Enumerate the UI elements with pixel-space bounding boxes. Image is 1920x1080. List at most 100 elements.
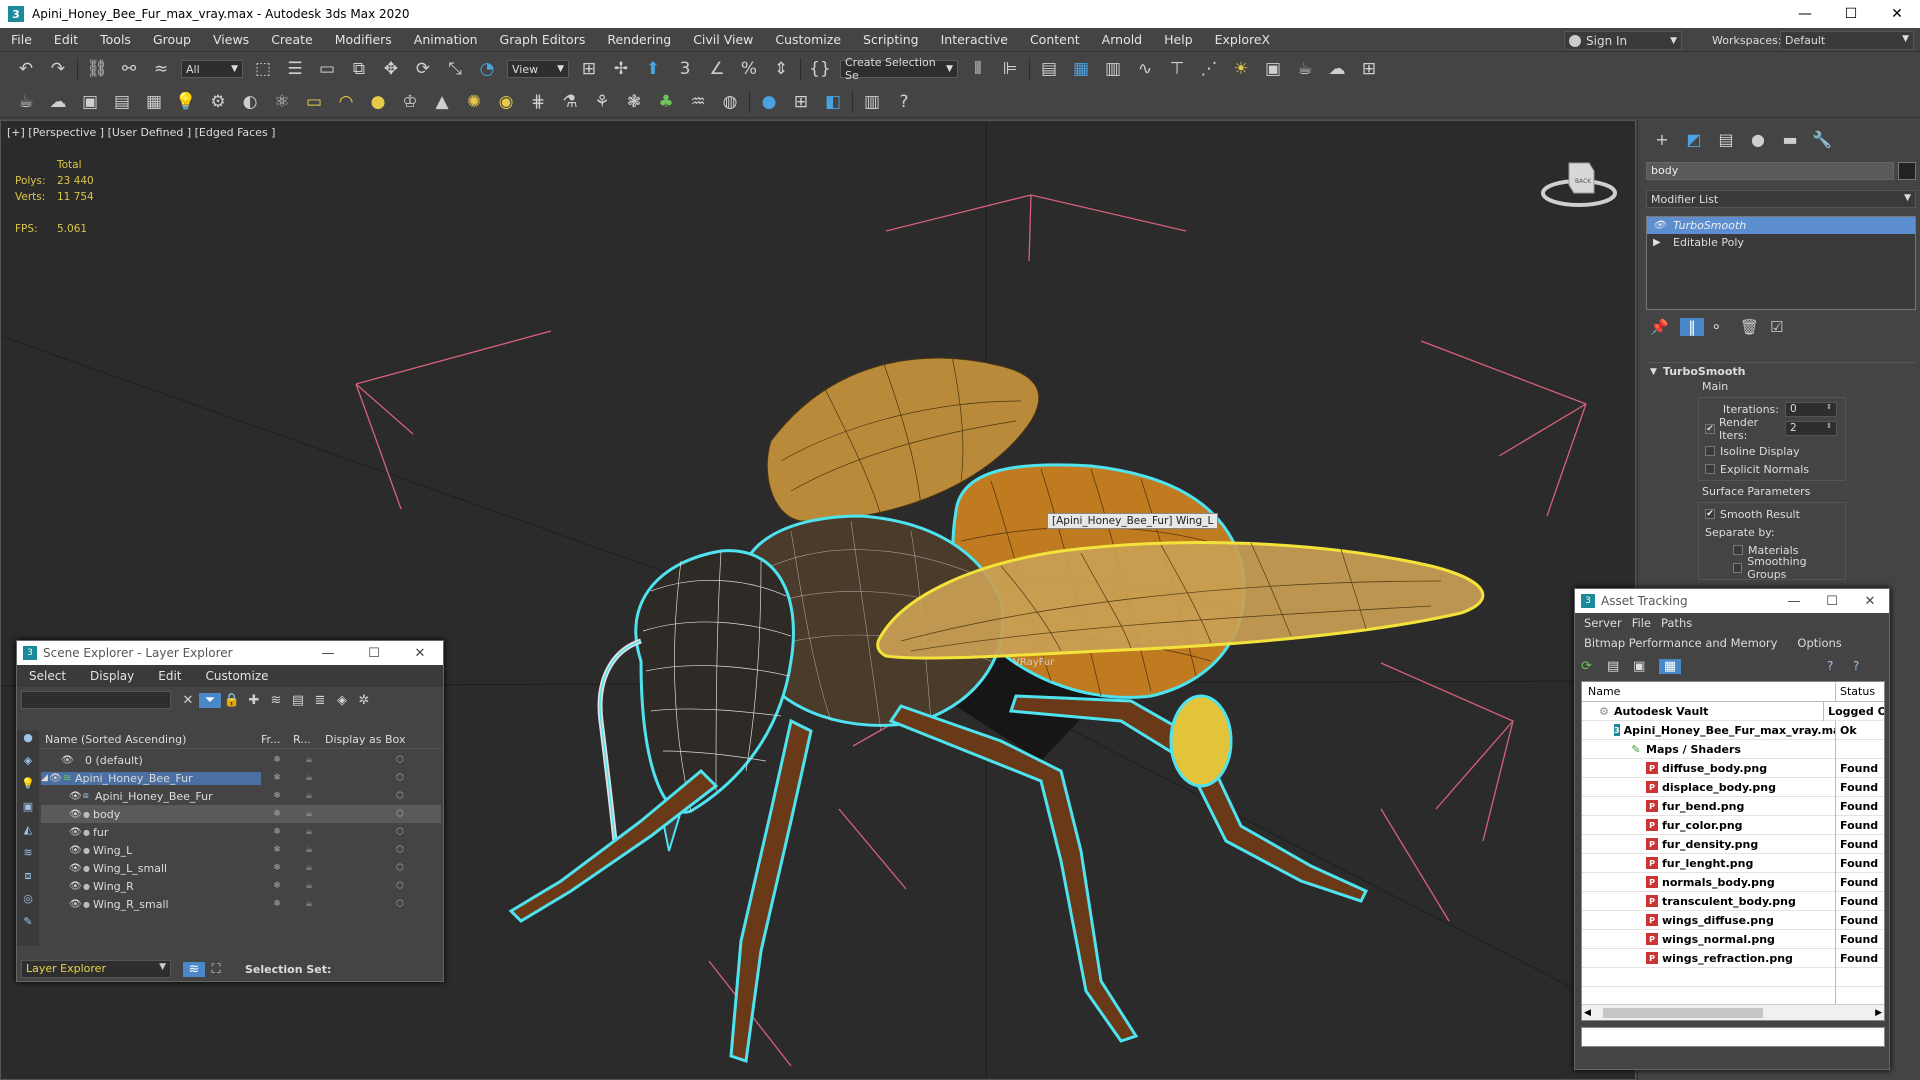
display-space-warps-icon[interactable]: ≋ (17, 846, 39, 869)
freeze-icon[interactable]: ❄ (261, 755, 293, 765)
column-renderable[interactable]: R... (293, 733, 325, 748)
toggle-layer-explorer-icon[interactable]: ▦ (1069, 57, 1093, 81)
render-in-cloud-icon[interactable]: ☁ (1325, 57, 1349, 81)
eye-icon[interactable]: 👁 (69, 827, 83, 838)
eye-icon[interactable]: 👁 (69, 881, 83, 892)
table-view-icon[interactable]: ▦ (1659, 658, 1681, 674)
menu-edit[interactable]: Edit (146, 669, 193, 683)
menu-customize[interactable]: Customize (194, 669, 281, 683)
display-box-icon[interactable]: ⬡ (325, 881, 435, 891)
menu-paths[interactable]: Paths (1656, 616, 1697, 630)
minimize-button[interactable]: — (1775, 594, 1813, 609)
display-box-icon[interactable]: ⬡ (325, 791, 435, 801)
isoline-display-checkbox[interactable] (1705, 446, 1715, 456)
render-teapot-icon[interactable]: ☕ (293, 827, 325, 837)
modifier-list-dropdown[interactable]: Modifier List ▼ (1646, 190, 1916, 208)
vray-mesh-icon[interactable]: ◐ (238, 90, 262, 114)
expand-triangle-icon[interactable]: ▶ (1653, 237, 1667, 248)
vray-dome-light-icon[interactable]: ◠ (334, 90, 358, 114)
asset-row[interactable]: Pfur_bend.png Found (1582, 796, 1884, 816)
keyboard-shortcut-override-icon[interactable]: ⬆ (641, 57, 665, 81)
column-frozen[interactable]: Fr... (261, 733, 293, 748)
column-name[interactable]: Name (Sorted Ascending) (41, 733, 261, 748)
minimize-button[interactable]: — (305, 646, 351, 661)
maximize-button[interactable]: ☐ (351, 646, 397, 661)
reference-coordinate-dropdown[interactable]: View ▼ (507, 60, 569, 78)
a360-gallery-icon[interactable]: ⊞ (1357, 57, 1381, 81)
freeze-icon[interactable]: ❄ (261, 845, 293, 855)
vray-material-icon[interactable]: ● (757, 90, 781, 114)
layer-row-default[interactable]: 👁 0 (default) ❄ ☕ ⬡ (41, 751, 441, 769)
asset-row[interactable]: Pwings_diffuse.png Found (1582, 910, 1884, 930)
vray-frame-buffer-icon[interactable]: ▣ (78, 90, 102, 114)
vray-proxy-icon[interactable]: ⚛ (270, 90, 294, 114)
render-teapot-icon[interactable]: ☕ (293, 755, 325, 765)
eye-icon[interactable]: 👁 (1653, 220, 1667, 231)
asset-row[interactable]: Pfur_color.png Found (1582, 815, 1884, 835)
eye-icon[interactable]: 👁 (49, 773, 63, 784)
curve-editor-icon[interactable]: ∿ (1133, 57, 1157, 81)
menu-content[interactable]: Content (1019, 32, 1091, 47)
vray-help-icon[interactable]: ? (892, 90, 916, 114)
render-teapot-icon[interactable]: ☕ (293, 881, 325, 891)
menu-select[interactable]: Select (17, 669, 78, 683)
freeze-icon[interactable]: ❄ (261, 809, 293, 819)
toggle-scene-explorer-icon[interactable]: ▤ (1037, 57, 1061, 81)
clear-search-icon[interactable]: ✕ (177, 693, 199, 708)
display-box-icon[interactable]: ⬡ (325, 863, 435, 873)
menu-server[interactable]: Server (1579, 616, 1627, 630)
explicit-normals-checkbox[interactable] (1705, 464, 1715, 474)
menu-views[interactable]: Views (202, 32, 260, 47)
isoline-display-option[interactable]: Isoline Display (1705, 442, 1839, 460)
sync-selection-icon[interactable]: ✲ (353, 693, 375, 708)
menu-arnold[interactable]: Arnold (1091, 32, 1153, 47)
render-teapot-icon[interactable]: ☕ (293, 791, 325, 801)
display-bones-icon[interactable]: ✎ (17, 915, 39, 938)
app-icon[interactable]: 3 (8, 6, 24, 22)
render-iters-spinner[interactable]: 2 ⇕ (1785, 421, 1837, 436)
remove-modifier-icon[interactable]: 🗑 (1740, 318, 1770, 336)
menu-display[interactable]: Display (78, 669, 146, 683)
make-unique-icon[interactable]: ⚬ (1710, 318, 1740, 336)
spinner-snap-icon[interactable]: ⇕ (769, 57, 793, 81)
display-box-icon[interactable]: ⬡ (325, 827, 435, 837)
menu-civil-view[interactable]: Civil View (682, 32, 764, 47)
selection-set-icon[interactable]: ⛶ (205, 962, 227, 977)
eye-icon[interactable]: 👁 (69, 863, 83, 874)
schematic-view-icon[interactable]: ⊤ (1165, 57, 1189, 81)
eye-icon[interactable]: 👁 (69, 899, 83, 910)
smooth-result-checkbox[interactable]: ✔ (1705, 509, 1715, 519)
freeze-icon[interactable]: ❄ (261, 863, 293, 873)
display-icon[interactable]: ▬ (1774, 130, 1806, 152)
freeze-icon[interactable]: ❄ (261, 773, 293, 783)
material-editor-icon[interactable]: ⋰ (1197, 57, 1221, 81)
menu-help[interactable]: Help (1153, 32, 1204, 47)
vray-sphere-light-icon[interactable]: ● (366, 90, 390, 114)
object-row-wing-r[interactable]: 👁 ● Wing_R ❄ ☕ ⬡ (41, 877, 441, 895)
render-teapot-icon[interactable]: ☕ (293, 773, 325, 783)
object-row-fur[interactable]: 👁 ● fur ❄ ☕ ⬡ (41, 823, 441, 841)
mirror-icon[interactable]: ⫴ (966, 57, 990, 81)
scroll-right-icon[interactable]: ▶ (1875, 1008, 1882, 1018)
display-lights-icon[interactable]: 💡 (17, 777, 39, 800)
scale-icon[interactable]: ⤡ (443, 57, 467, 81)
display-box-icon[interactable]: ⬡ (325, 755, 435, 765)
render-teapot-icon[interactable]: ☕ (293, 863, 325, 873)
vray-decal-icon[interactable]: ❃ (622, 90, 646, 114)
menu-file[interactable]: File (1627, 616, 1656, 630)
vray-hair-icon[interactable]: ♒ (686, 90, 710, 114)
explorer-type-dropdown[interactable]: Layer Explorer ▼ (21, 960, 171, 978)
help-icon[interactable]: ? (1827, 659, 1853, 673)
asset-row[interactable]: 3 Apini_Honey_Bee_Fur_max_vray.max Ok (1582, 720, 1884, 740)
vray-sun-icon[interactable]: ✺ (462, 90, 486, 114)
asset-row[interactable]: Pdisplace_body.png Found (1582, 777, 1884, 797)
asset-row[interactable]: Pfur_density.png Found (1582, 834, 1884, 854)
maximize-button[interactable]: ☐ (1828, 0, 1874, 28)
scroll-left-icon[interactable]: ◀ (1584, 1008, 1591, 1018)
vray-ambient-light-icon[interactable]: ▲ (430, 90, 454, 114)
vray-volume-icon[interactable]: ◍ (718, 90, 742, 114)
viewcube[interactable]: BACK (1539, 153, 1619, 213)
materials-checkbox[interactable] (1733, 545, 1743, 555)
vray-ies-light-icon[interactable]: ♔ (398, 90, 422, 114)
vray-export-icon[interactable]: ▥ (860, 90, 884, 114)
